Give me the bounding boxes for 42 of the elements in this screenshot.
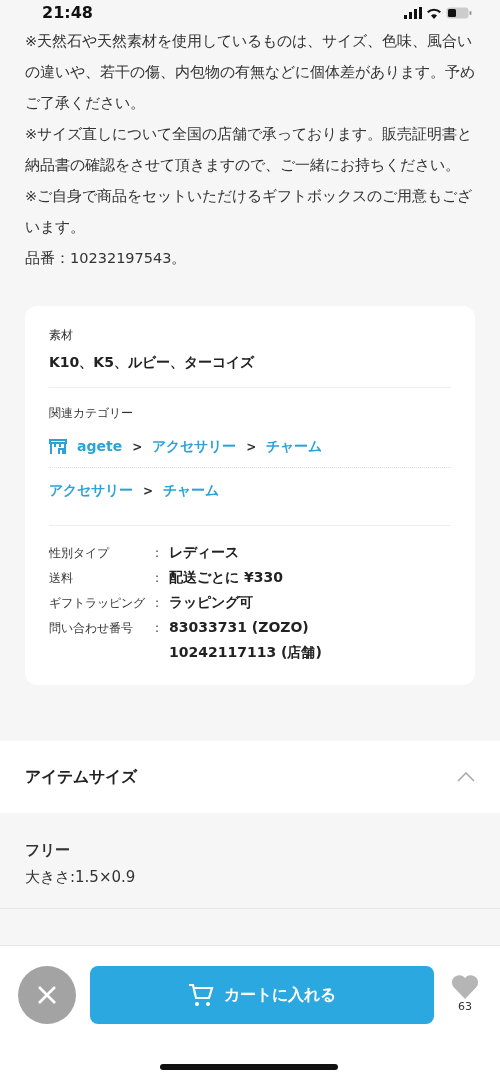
battery-icon (446, 7, 472, 19)
field-label: 関連カテゴリー (49, 405, 134, 422)
breadcrumb-separator: > (132, 438, 143, 456)
spec-colon: : (155, 619, 160, 637)
category-link[interactable]: チャーム (163, 480, 220, 501)
spec-label: ギフトラッピング (49, 594, 145, 612)
field-label: 素材 (49, 327, 74, 344)
category-link[interactable]: チャーム (266, 436, 323, 457)
spec-value: ラッピング可 (169, 593, 255, 612)
spec-label: 問い合わせ番号 (49, 619, 134, 637)
description-text: ※天然石や天然素材を使用しているものは、サイズ、色味、風合いの違いや、若干の傷、内包物の有無などに個体差があります。予めご了承ください。 (25, 32, 475, 113)
size-name: フリー (25, 840, 71, 861)
chevron-up-icon[interactable] (457, 772, 475, 782)
signal-icon (404, 7, 422, 19)
favorite-button[interactable]: 63 (448, 974, 482, 1016)
description-text: 品番：10232197543。 (25, 249, 188, 268)
spec-label: 送料 (49, 569, 74, 587)
spec-colon: : (155, 594, 160, 612)
spec-value: 10242117113 (店舗) (169, 643, 323, 662)
spec-value: 配送ごとに ¥330 (169, 568, 284, 587)
spec-colon: : (155, 569, 160, 587)
category-link[interactable]: agete (77, 436, 123, 457)
category-link[interactable]: アクセサリー (49, 480, 133, 501)
section-title: アイテムサイズ (25, 766, 137, 788)
spec-colon: : (155, 544, 160, 562)
wifi-icon (426, 7, 442, 19)
heart-icon (451, 974, 479, 1000)
spec-label: 性別タイプ (49, 544, 111, 562)
spec-value: レディース (169, 543, 241, 562)
breadcrumb-separator: > (246, 438, 257, 456)
status-time: 21:48 (42, 2, 93, 24)
breadcrumb-separator: > (143, 482, 154, 500)
close-icon (37, 985, 57, 1005)
spec-value: 83033731 (ZOZO) (169, 618, 310, 637)
add-to-cart-button[interactable]: カートに入れる (90, 966, 434, 1024)
cart-icon (188, 983, 214, 1007)
description-text: ※ご自身で商品をセットいただけるギフトボックスのご用意もございます。 (25, 187, 474, 237)
description-text: ※サイズ直しについて全国の店舗で承っております。販売証明書と納品書の確認をさせて頂きますので、ご一緒にお持ちください。 (25, 125, 474, 175)
field-value: K10、K5、ルビー、ターコイズ (49, 353, 256, 372)
shop-icon (49, 438, 67, 455)
category-link[interactable]: アクセサリー (152, 436, 237, 457)
size-detail: 大きさ:1.5×0.9 (25, 866, 137, 888)
